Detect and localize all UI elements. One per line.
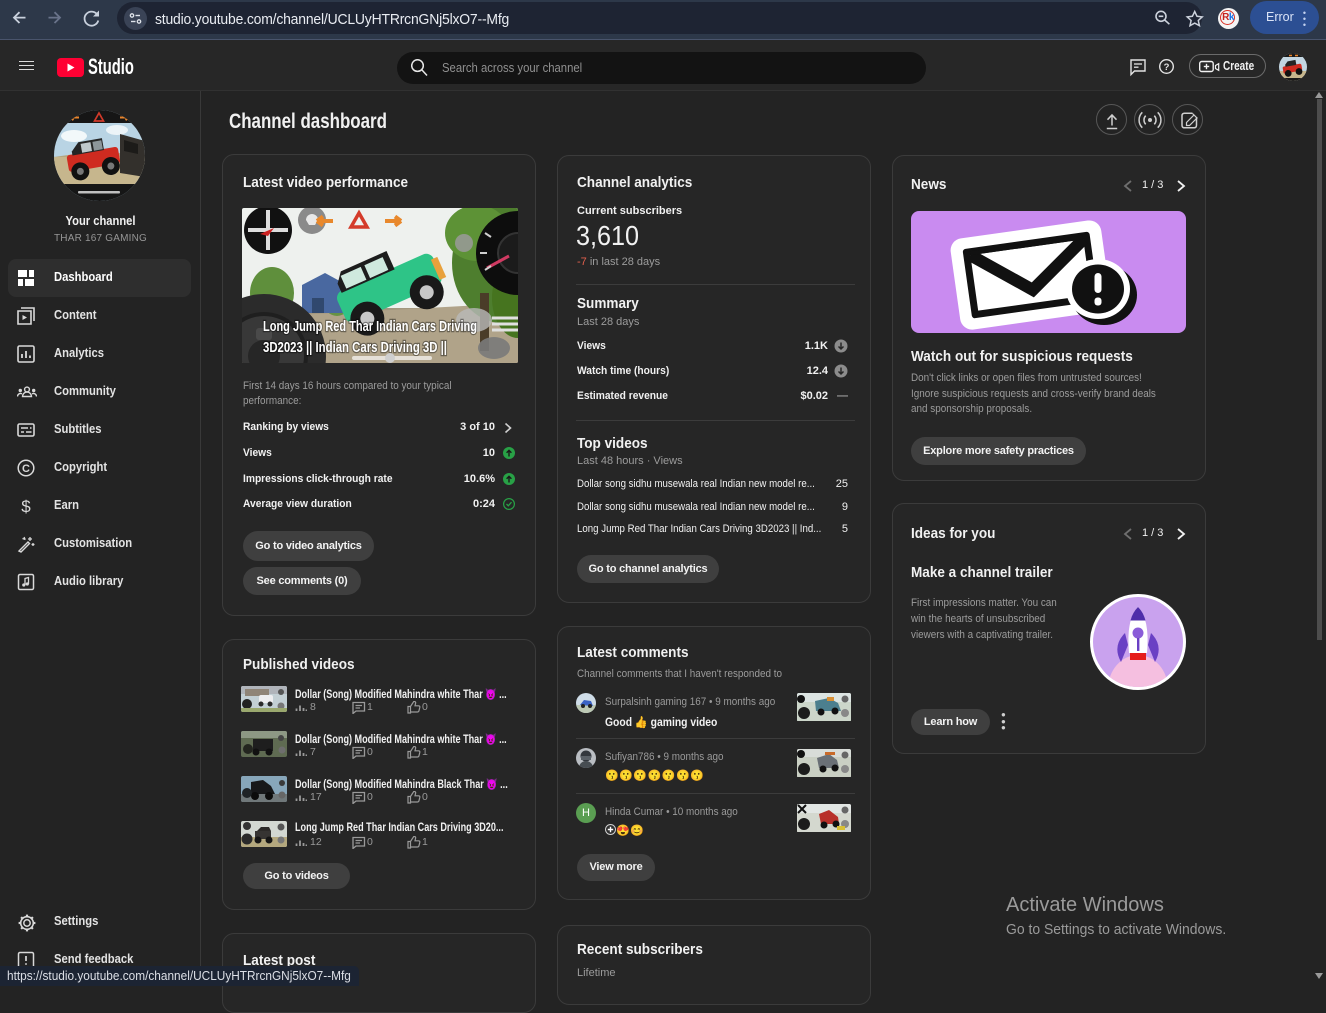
svg-text:Long Jump Red Thar Indian Cars: Long Jump Red Thar Indian Cars Driving — [263, 319, 477, 335]
svg-text:?: ? — [1164, 62, 1170, 73]
svg-text:C: C — [22, 463, 30, 475]
svg-text:3D2023 || Indian Cars Driving: 3D2023 || Indian Cars Driving 3D || — [263, 340, 447, 356]
svg-text:$: $ — [21, 497, 31, 515]
